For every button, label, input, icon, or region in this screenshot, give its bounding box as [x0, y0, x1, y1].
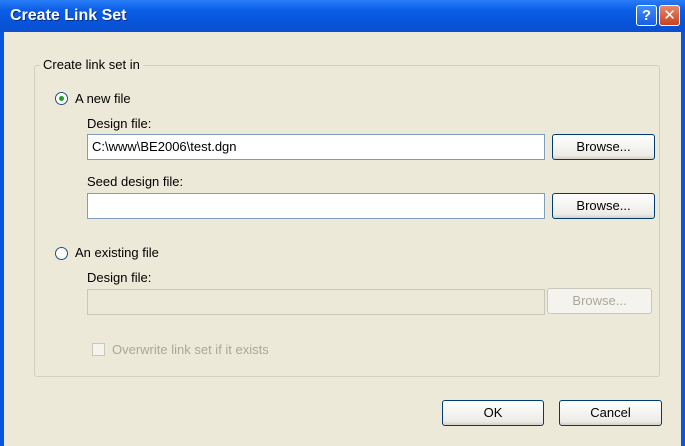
existing-design-file-label: Design file: — [87, 270, 152, 285]
new-design-file-input[interactable]: C:\www\BE2006\test.dgn — [87, 134, 545, 160]
existing-design-file-browse-button[interactable]: Browse... — [547, 288, 652, 314]
existing-design-file-input[interactable] — [87, 289, 545, 315]
seed-design-file-input[interactable] — [87, 193, 545, 219]
create-link-set-dialog: Create Link Set ? ✕ Create link set in A… — [0, 0, 685, 446]
seed-design-file-label: Seed design file: — [87, 174, 184, 189]
new-file-radio[interactable] — [55, 92, 68, 105]
new-file-radio-label[interactable]: A new file — [75, 91, 131, 106]
window-border-right — [681, 32, 685, 446]
help-icon: ? — [641, 7, 652, 24]
title-bar[interactable]: Create Link Set ? ✕ — [0, 0, 685, 32]
close-icon: ✕ — [663, 7, 676, 24]
new-design-file-browse-button[interactable]: Browse... — [552, 134, 655, 160]
overwrite-link-set-label[interactable]: Overwrite link set if it exists — [112, 342, 269, 357]
help-button[interactable]: ? — [636, 5, 657, 26]
existing-file-radio-label[interactable]: An existing file — [75, 245, 159, 260]
seed-design-file-browse-button[interactable]: Browse... — [552, 193, 655, 219]
create-link-set-groupbox: Create link set in — [34, 57, 660, 377]
overwrite-link-set-checkbox[interactable] — [92, 343, 105, 356]
new-design-file-label: Design file: — [87, 116, 152, 131]
window-title: Create Link Set — [10, 7, 127, 24]
ok-button[interactable]: OK — [442, 400, 544, 426]
close-button[interactable]: ✕ — [659, 5, 680, 26]
existing-file-radio[interactable] — [55, 247, 68, 260]
groupbox-legend: Create link set in — [40, 57, 143, 72]
cancel-button[interactable]: Cancel — [559, 400, 662, 426]
dialog-client-area: Create link set in A new file Design fil… — [4, 32, 681, 446]
